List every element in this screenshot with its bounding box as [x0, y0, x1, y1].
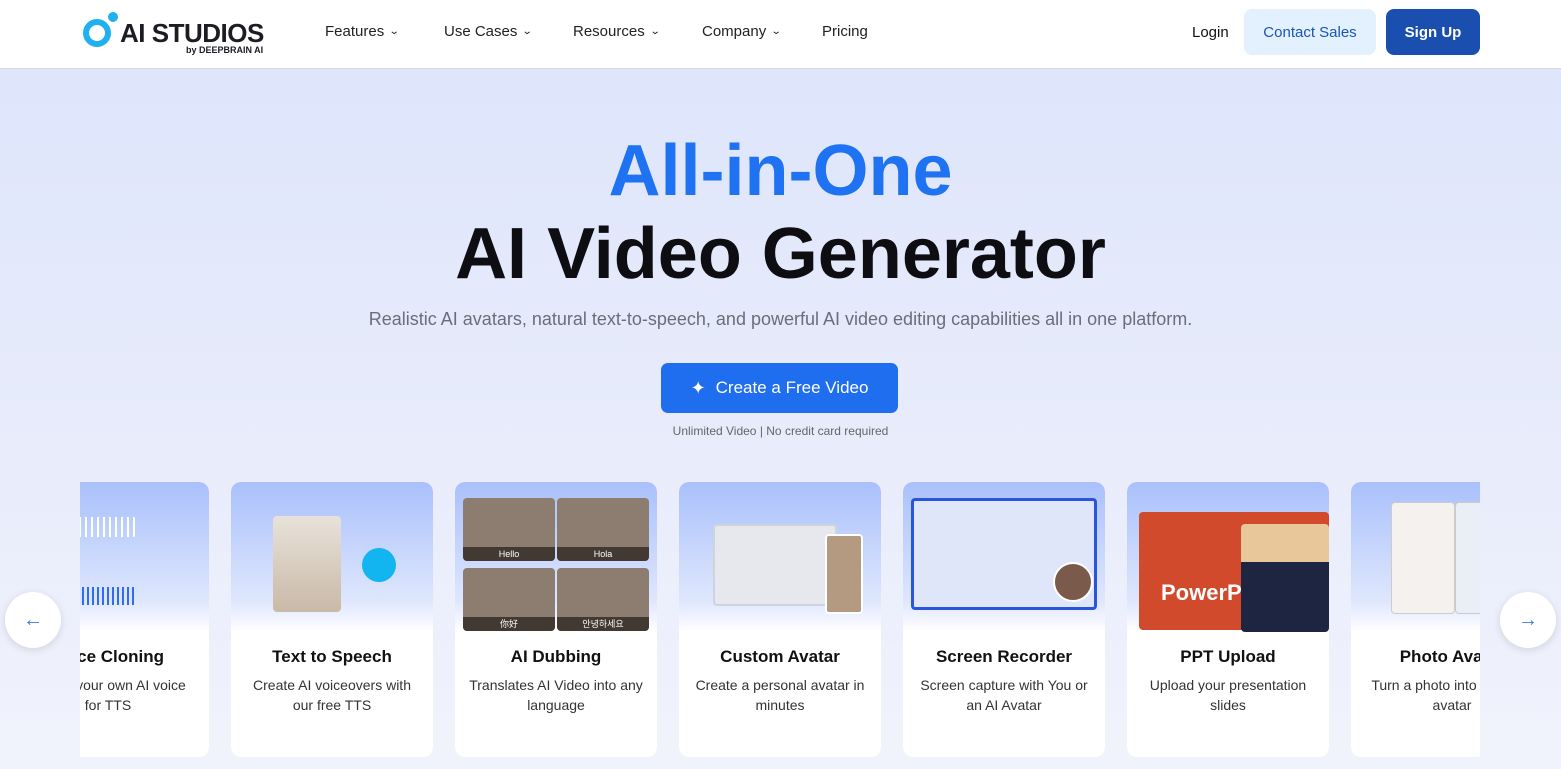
hero-title: AI Video Generator: [455, 214, 1106, 294]
card-image: [231, 482, 433, 632]
card-image: [679, 482, 881, 632]
nav-label: Pricing: [822, 23, 868, 40]
sparkle-icon: ✦: [690, 377, 706, 398]
card-description: Create your own AI voice for TTS: [80, 677, 186, 713]
card-title: PPT Upload: [1180, 647, 1276, 666]
feature-card[interactable]: Custom Avatar Create a personal avatar in…: [679, 482, 881, 757]
card-image: Generate: [80, 482, 209, 632]
card-description: Create a personal avatar in minutes: [695, 677, 865, 713]
waveform: [80, 517, 137, 537]
feature-card[interactable]: Text to Speech Create AI voiceovers with …: [231, 482, 433, 757]
nav-resources[interactable]: Resources ⌄: [573, 23, 661, 40]
nav-features[interactable]: Features ⌄: [325, 23, 400, 40]
card-image: Hello Hola 你好 안녕하세요: [455, 482, 657, 632]
nav-use-cases[interactable]: Use Cases ⌄: [444, 23, 534, 40]
cta-label: Create a Free Video: [715, 378, 869, 397]
card-image: PowerPoint: [1127, 482, 1329, 632]
waveform: [80, 587, 137, 605]
card-title: Screen Recorder: [935, 647, 1073, 666]
card-description: Create AI voiceovers with our free TTS: [253, 677, 411, 713]
card-title: AI Dubbing: [510, 647, 602, 666]
dub-tile: Hello: [463, 498, 555, 561]
create-free-video-button[interactable]: ✦ Create a Free Video: [661, 363, 898, 413]
nav-pricing[interactable]: Pricing: [822, 23, 868, 40]
sign-up-button[interactable]: Sign Up: [1386, 9, 1480, 55]
photo-card: [1455, 502, 1480, 614]
arrow-left-icon: ←: [23, 608, 43, 631]
dub-tile: 안녕하세요: [557, 568, 649, 631]
login-link[interactable]: Login: [1192, 24, 1229, 41]
dub-tile: 你好: [463, 568, 555, 631]
nav-label: Resources: [573, 23, 645, 40]
feature-card[interactable]: Screen Recorder Screen capture with You o…: [903, 482, 1105, 757]
avatar-image: [273, 516, 341, 612]
nav-label: Features: [325, 23, 385, 40]
logo-dot-icon: [108, 12, 118, 22]
chevron-down-icon: ⌄: [649, 26, 661, 37]
nav-label: Use Cases: [444, 23, 518, 40]
card-image: [1351, 482, 1480, 632]
nav-company[interactable]: Company ⌄: [702, 23, 782, 40]
chevron-down-icon: ⌄: [522, 26, 534, 37]
card-title: Custom Avatar: [720, 647, 840, 666]
contact-sales-button[interactable]: Contact Sales: [1244, 9, 1376, 55]
feature-carousel: Generate Voice Cloning Create your own AI …: [80, 482, 1480, 769]
hero-title-accent: All-in-One: [608, 131, 953, 211]
card-title: Text to Speech: [272, 647, 392, 666]
logo[interactable]: AI STUDIOS by DEEPBRAIN AI: [83, 12, 268, 58]
carousel-prev-button[interactable]: ←: [5, 592, 61, 648]
presenter-image: [1241, 524, 1329, 632]
laptop-image: [713, 524, 837, 606]
logo-ring-icon: [83, 19, 111, 47]
chevron-down-icon: ⌄: [770, 26, 782, 37]
cta-note: Unlimited Video | No credit card require…: [672, 424, 889, 438]
card-description: Screen capture with You or an AI Avatar: [920, 677, 1088, 713]
dub-tile: Hola: [557, 498, 649, 561]
nav-label: Company: [702, 23, 767, 40]
card-description: Upload your presentation slides: [1149, 677, 1307, 713]
feature-card[interactable]: Hello Hola 你好 안녕하세요 AI Dubbing Translates AI …: [455, 482, 657, 757]
avatar-bubble: [1053, 562, 1093, 602]
dub-caption: Hello: [463, 547, 555, 561]
chevron-down-icon: ⌄: [388, 26, 400, 37]
arrow-right-icon: →: [1518, 608, 1538, 631]
play-icon: [362, 548, 396, 582]
dub-caption: 안녕하세요: [557, 617, 649, 631]
photo-card: [1391, 502, 1455, 614]
card-title: Photo Avatar: [1399, 647, 1480, 666]
feature-card[interactable]: Photo Avatar Turn a photo into a talking …: [1351, 482, 1480, 757]
card-description: Turn a photo into a talking avatar: [1371, 677, 1480, 713]
feature-card[interactable]: Generate Voice Cloning Create your own AI …: [80, 482, 209, 757]
carousel-next-button[interactable]: →: [1500, 592, 1556, 648]
top-nav: AI STUDIOS by DEEPBRAIN AI Features ⌄ Use…: [0, 0, 1561, 69]
feature-card[interactable]: PowerPoint PPT Upload Upload your presenta…: [1127, 482, 1329, 757]
card-description: Translates AI Video into any language: [469, 677, 643, 713]
hero-subtitle: Realistic AI avatars, natural text-to-sp…: [368, 309, 1193, 329]
dub-caption: 你好: [463, 617, 555, 631]
logo-by: by DEEPBRAIN AI: [186, 45, 264, 55]
card-image: [903, 482, 1105, 632]
phone-image: [825, 534, 863, 614]
card-title: Voice Cloning: [80, 647, 165, 666]
dub-caption: Hola: [557, 547, 649, 561]
